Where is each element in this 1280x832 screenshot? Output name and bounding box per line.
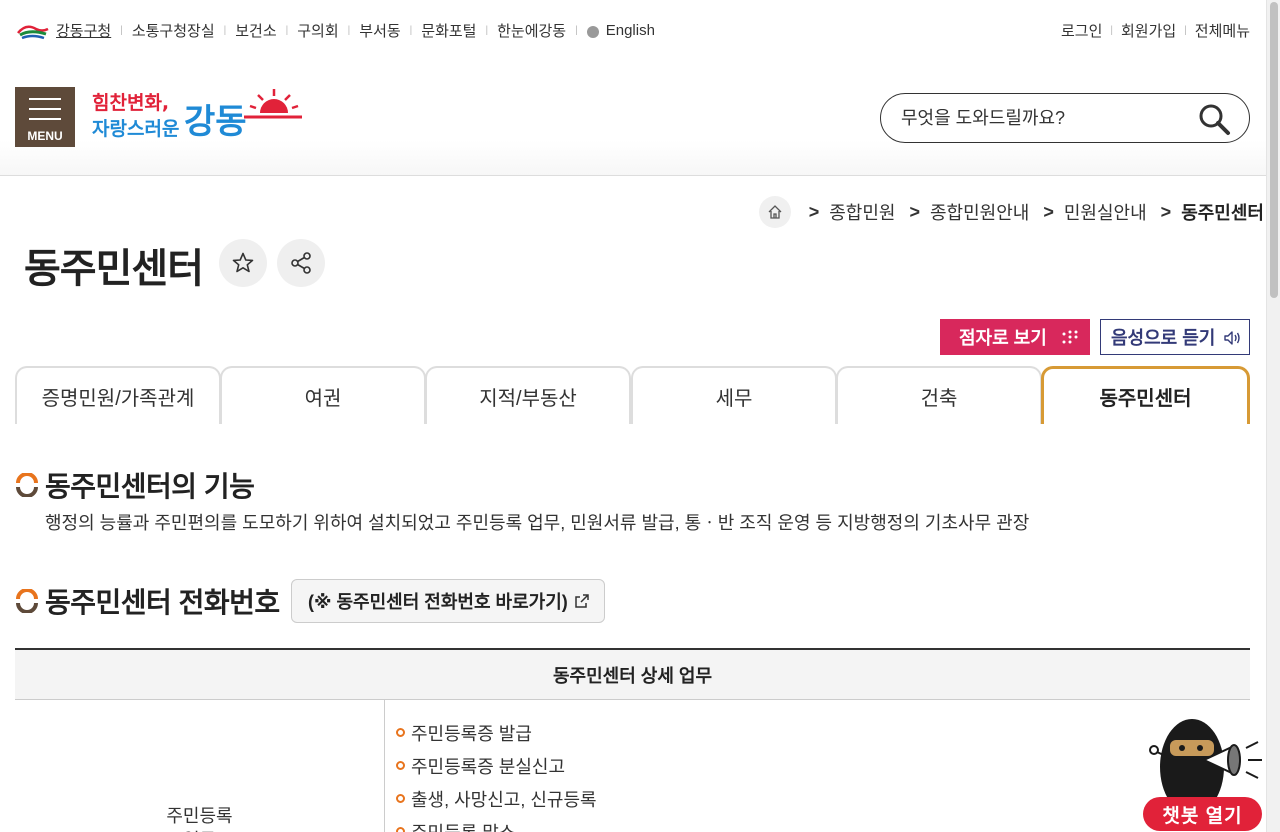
bullet-icon xyxy=(396,794,405,803)
share-icon xyxy=(291,252,311,274)
util-link-council[interactable]: 구의회 xyxy=(297,20,338,41)
sun-icon xyxy=(244,89,302,119)
breadcrumb-separator: > xyxy=(1160,201,1172,222)
site-header: MENU 힘찬변화, 자랑스러운 강동 xyxy=(0,60,1266,176)
breadcrumb-item[interactable]: 종합민원안내 xyxy=(930,199,1029,225)
functions-description: 행정의 능률과 주민편의를 도모하기 위하여 설치되었고 주민등록 업무, 민원… xyxy=(45,513,1030,533)
bullet-icon xyxy=(396,761,405,770)
hamburger-icon xyxy=(29,98,61,128)
list-item-text: 주민등록 말소 xyxy=(411,819,515,832)
util-link-mayor[interactable]: 소통구청장실 xyxy=(132,20,215,41)
list-item-text: 주민등록증 발급 xyxy=(411,723,532,744)
scrollbar-thumb[interactable] xyxy=(1270,2,1278,298)
voice-listen-label: 음성으로 듣기 xyxy=(1111,328,1216,348)
phone-directory-label: (※ 동주민센터 전화번호 바로가기) xyxy=(308,592,568,612)
util-link-overview[interactable]: 한눈에강동 xyxy=(497,20,566,41)
breadcrumb-current: 동주민센터 xyxy=(1181,203,1264,223)
section-heading-text: 동주민센터 전화번호 xyxy=(45,587,280,618)
breadcrumb-separator: > xyxy=(808,201,820,222)
brand-logo[interactable]: 힘찬변화, 자랑스러운 강동 xyxy=(92,87,304,147)
star-icon xyxy=(232,252,254,273)
search-icon[interactable] xyxy=(1197,102,1231,136)
braille-view-button[interactable]: 점자로 보기 xyxy=(940,319,1090,355)
tab-passport[interactable]: 여권 xyxy=(220,366,426,424)
util-link-departments[interactable]: 부서동 xyxy=(359,20,400,41)
scrollbar[interactable] xyxy=(1266,0,1280,832)
section-ring-icon xyxy=(16,589,38,613)
home-button[interactable] xyxy=(758,196,791,228)
favorite-button[interactable] xyxy=(219,239,267,287)
bullet-icon xyxy=(396,827,405,832)
table-category-cell: 주민등록업무 xyxy=(15,700,385,832)
list-item: 주민등록증 분실신고 xyxy=(396,749,597,782)
table-category-label: 주민등록업무 xyxy=(15,804,384,832)
breadcrumb-separator: > xyxy=(1043,201,1054,222)
menu-button[interactable]: MENU xyxy=(15,87,75,147)
braille-view-label: 점자로 보기 xyxy=(959,328,1047,348)
separator: | xyxy=(409,25,413,36)
duty-list: 주민등록증 발급 주민등록증 분실신고 출생, 사망신고, 신규등록 주민등록 … xyxy=(396,716,597,832)
search-input[interactable] xyxy=(901,104,1191,132)
util-link-gangdong[interactable]: 강동구청 xyxy=(56,20,111,41)
page-title: 동주민센터 xyxy=(24,247,204,291)
list-item-text: 주민등록증 분실신고 xyxy=(411,756,566,777)
breadcrumb-separator: > xyxy=(909,201,920,222)
gangdong-gu-logo-icon xyxy=(17,25,49,39)
tab-certificates[interactable]: 증명민원/가족관계 xyxy=(15,366,221,424)
tab-cadastral[interactable]: 지적/부동산 xyxy=(425,366,631,424)
section-ring-icon xyxy=(16,473,38,497)
separator: | xyxy=(347,25,351,36)
brand-name: 강동 xyxy=(184,102,247,142)
site-links: 강동구청 | 소통구청장실 | 보건소 | 구의회 | 부서동 | 문화포털 |… xyxy=(16,20,655,41)
home-icon xyxy=(768,205,782,219)
separator: | xyxy=(1184,25,1187,36)
list-item: 주민등록증 발급 xyxy=(396,716,597,749)
duties-table: 동주민센터 상세 업무 주민등록업무 주민등록증 발급 주민등록증 분실신고 출… xyxy=(15,648,1250,832)
table-row: 주민등록업무 주민등록증 발급 주민등록증 분실신고 출생, 사망신고, 신규등… xyxy=(15,700,1250,832)
separator: | xyxy=(575,25,578,36)
utility-bar: 강동구청 | 소통구청장실 | 보건소 | 구의회 | 부서동 | 문화포털 |… xyxy=(0,0,1266,60)
util-link-culture[interactable]: 문화포털 xyxy=(421,20,476,41)
category-tabs: 증명민원/가족관계 여권 지적/부동산 세무 건축 동주민센터 xyxy=(15,366,1250,424)
login-link[interactable]: 로그인 xyxy=(1061,20,1102,41)
search-box xyxy=(880,93,1250,143)
list-item: 주민등록 말소 xyxy=(396,815,597,832)
table-category-line-1: 주민등록 xyxy=(166,806,233,826)
section-heading-text: 동주민센터의 기능 xyxy=(45,471,255,502)
external-link-icon xyxy=(575,594,589,608)
util-link-health[interactable]: 보건소 xyxy=(235,20,276,41)
speaker-icon xyxy=(1224,331,1240,345)
voice-listen-button[interactable]: 음성으로 듣기 xyxy=(1100,319,1250,355)
chatbot-open-button[interactable]: 챗봇 열기 xyxy=(1143,797,1262,831)
tab-community-center[interactable]: 동주민센터 xyxy=(1041,366,1250,424)
breadcrumb: > 종합민원 > 종합민원안내 > 민원실안내 > 동주민센터 xyxy=(758,196,1264,228)
tab-construction[interactable]: 건축 xyxy=(836,366,1042,424)
separator: | xyxy=(223,25,227,36)
share-button[interactable] xyxy=(277,239,325,287)
full-menu-link[interactable]: 전체메뉴 xyxy=(1195,20,1250,41)
util-link-english[interactable]: English xyxy=(606,22,655,39)
list-item: 출생, 사망신고, 신규등록 xyxy=(396,782,597,815)
breadcrumb-item[interactable]: 민원실안내 xyxy=(1064,199,1147,225)
tab-tax[interactable]: 세무 xyxy=(631,366,837,424)
phone-directory-link[interactable]: (※ 동주민센터 전화번호 바로가기) xyxy=(291,579,605,623)
brand-slogan-2: 자랑스러운 xyxy=(92,118,179,140)
separator: | xyxy=(120,25,123,36)
separator: | xyxy=(485,25,489,36)
separator: | xyxy=(1110,25,1113,36)
globe-icon xyxy=(586,25,599,38)
list-item-text: 출생, 사망신고, 신규등록 xyxy=(411,789,597,810)
breadcrumb-item[interactable]: 종합민원 xyxy=(829,199,895,225)
signup-link[interactable]: 회원가입 xyxy=(1121,20,1176,41)
brand-slogan-1: 힘찬변화, xyxy=(92,92,169,114)
member-links: 로그인 | 회원가입 | 전체메뉴 xyxy=(1061,20,1250,41)
menu-button-label: MENU xyxy=(27,129,63,143)
section-heading-phone: 동주민센터 전화번호 xyxy=(15,581,280,621)
bullet-icon xyxy=(396,728,405,737)
table-header: 동주민센터 상세 업무 xyxy=(15,650,1250,700)
section-heading-functions: 동주민센터의 기능 xyxy=(15,465,255,505)
separator: | xyxy=(285,25,289,36)
braille-dots-icon xyxy=(1062,330,1078,344)
